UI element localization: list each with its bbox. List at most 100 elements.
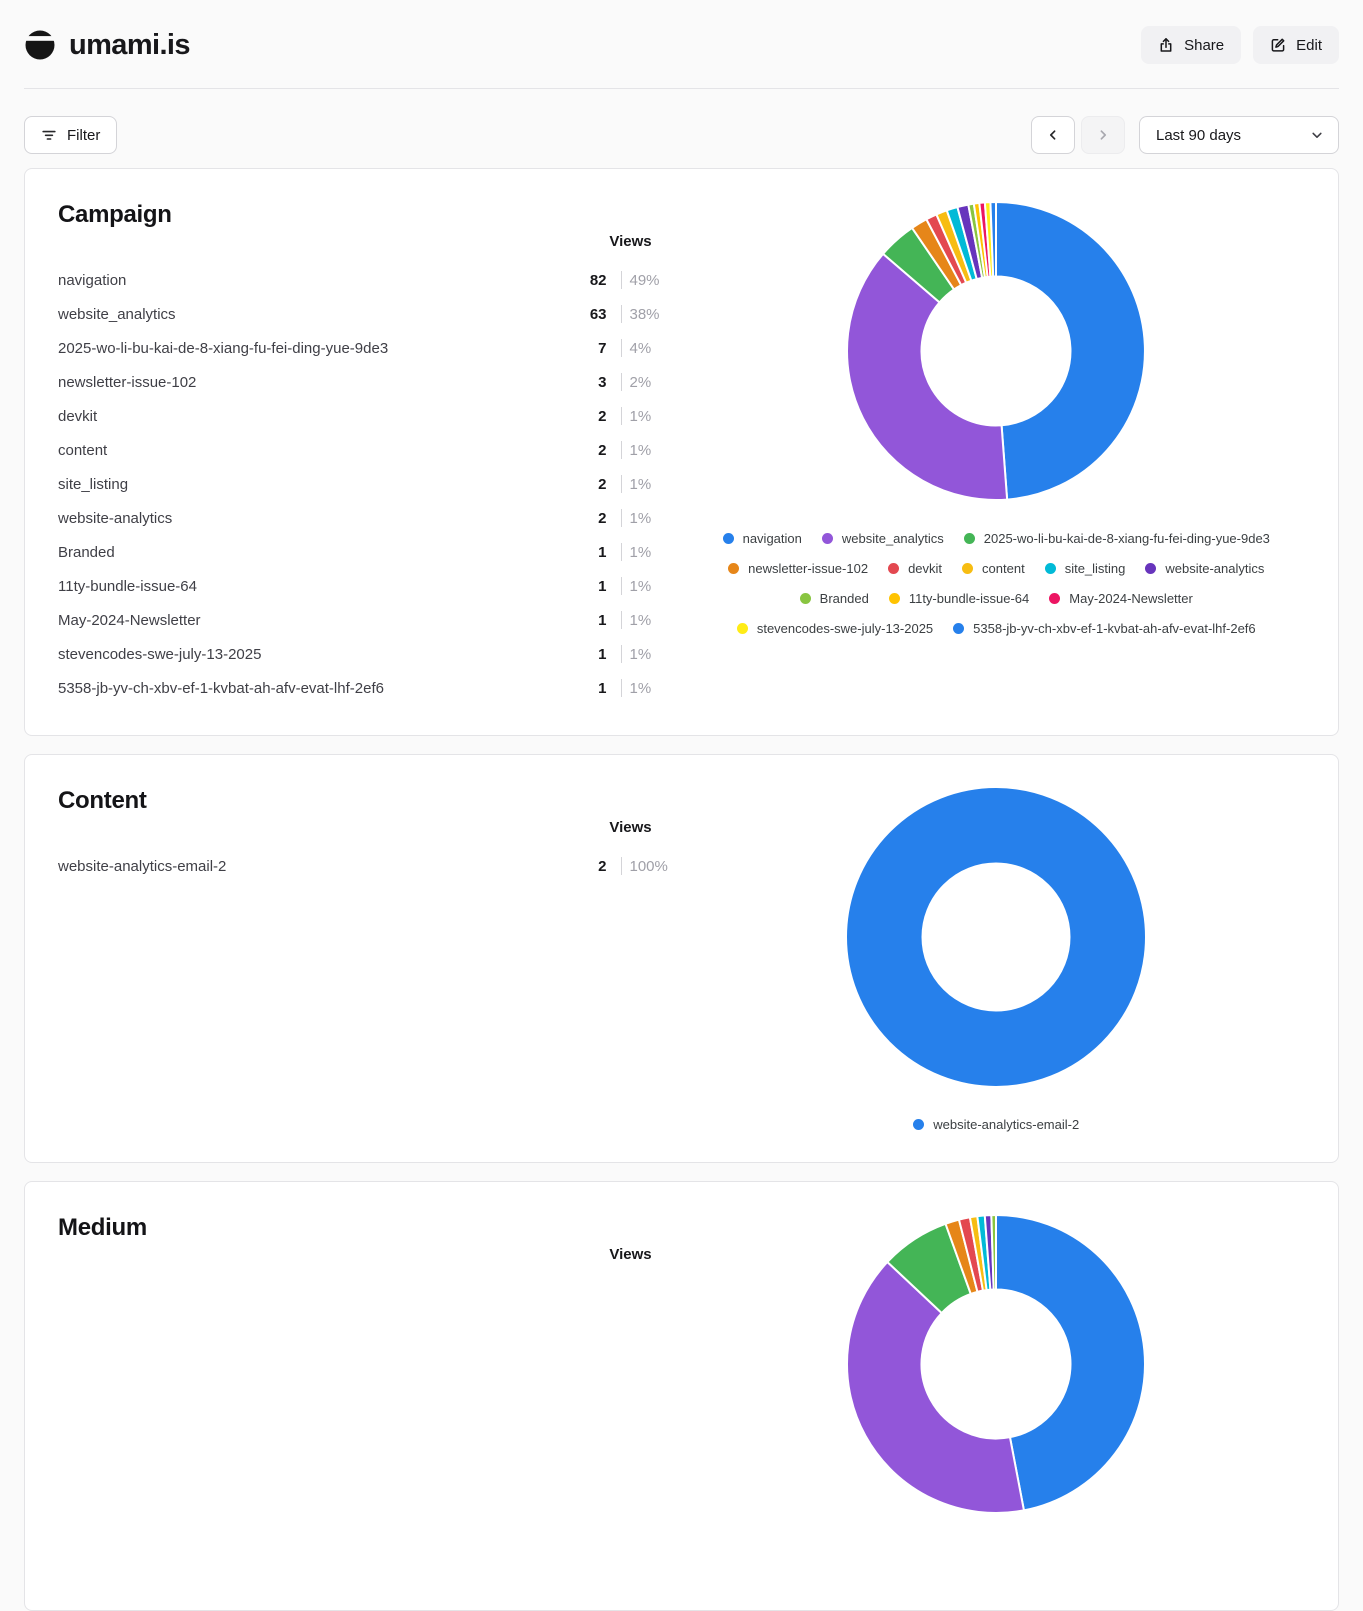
donut-chart [846, 201, 1146, 501]
table-row: website-analytics21% [58, 501, 676, 535]
report-table: Content Views website-analytics-email-22… [58, 787, 676, 1132]
app-header: umami.is Share Edit [0, 0, 1363, 64]
row-percent: 1% [630, 680, 676, 697]
legend-item[interactable]: newsletter-issue-102 [728, 561, 868, 576]
legend-item[interactable]: site_listing [1045, 561, 1126, 576]
row-percent: 1% [630, 510, 676, 527]
row-label: stevencodes-swe-july-13-2025 [58, 646, 551, 663]
table-row: stevencodes-swe-july-13-202511% [58, 637, 676, 671]
legend-label: 5358-jb-yv-ch-xbv-ef-1-kvbat-ah-afv-evat… [973, 621, 1256, 636]
row-divider [621, 339, 622, 357]
legend-item[interactable]: navigation [723, 531, 802, 546]
legend-item[interactable]: website-analytics [1145, 561, 1264, 576]
donut-slice [996, 202, 1145, 500]
row-label: devkit [58, 408, 551, 425]
donut-slice [996, 1215, 1145, 1510]
section-title: Campaign [58, 201, 676, 229]
row-label: newsletter-issue-102 [58, 374, 551, 391]
row-percent: 38% [630, 306, 676, 323]
date-range-select[interactable]: Last 90 days [1139, 116, 1339, 154]
legend-color-dot [822, 533, 833, 544]
legend-item[interactable]: 11ty-bundle-issue-64 [889, 591, 1029, 606]
legend-color-dot [800, 593, 811, 604]
report-chart-area [688, 1214, 1306, 1580]
table-row: 11ty-bundle-issue-6411% [58, 569, 676, 603]
legend-label: website-analytics [1165, 561, 1264, 576]
legend-color-dot [964, 533, 975, 544]
legend-label: newsletter-issue-102 [748, 561, 868, 576]
legend-label: content [982, 561, 1025, 576]
toolbar: Filter Last 90 days [24, 116, 1339, 154]
legend-item[interactable]: devkit [888, 561, 942, 576]
table-row: devkit21% [58, 399, 676, 433]
legend-color-dot [888, 563, 899, 574]
legend-item[interactable]: website_analytics [822, 531, 944, 546]
chart-legend: navigation website_analytics 2025-wo-li-bu… [688, 531, 1306, 636]
legend-color-dot [1045, 563, 1056, 574]
row-percent: 1% [630, 544, 676, 561]
row-divider [621, 441, 622, 459]
edit-icon [1270, 37, 1286, 53]
legend-item[interactable]: Branded [800, 591, 869, 606]
row-percent: 1% [630, 476, 676, 493]
legend-label: navigation [743, 531, 802, 546]
row-label: Branded [58, 544, 551, 561]
donut-chart [846, 1214, 1146, 1514]
chevron-right-icon [1096, 128, 1110, 142]
row-label: navigation [58, 272, 551, 289]
date-controls: Last 90 days [1031, 116, 1339, 154]
row-percent: 49% [630, 272, 676, 289]
filter-button[interactable]: Filter [24, 116, 117, 154]
table-row: navigation82 49% [58, 263, 676, 297]
row-divider [621, 509, 622, 527]
table-rows: website-analytics-email-22100% [58, 849, 676, 883]
umami-logo-icon [24, 29, 56, 61]
row-views-value: 2 [551, 442, 607, 459]
chart-legend: website-analytics-email-2 [903, 1117, 1089, 1132]
row-views-value: 82 [551, 272, 607, 289]
filter-button-label: Filter [67, 127, 100, 144]
legend-color-dot [728, 563, 739, 574]
row-divider [621, 305, 622, 323]
row-label: 11ty-bundle-issue-64 [58, 578, 551, 595]
legend-color-dot [1145, 563, 1156, 574]
row-views-value: 1 [551, 612, 607, 629]
row-divider [621, 679, 622, 697]
chevron-down-icon [1310, 128, 1324, 142]
table-row: 5358-jb-yv-ch-xbv-ef-1-kvbat-ah-afv-evat… [58, 671, 676, 705]
legend-color-dot [913, 1119, 924, 1130]
legend-item[interactable]: stevencodes-swe-july-13-2025 [737, 621, 933, 636]
legend-item[interactable]: 2025-wo-li-bu-kai-de-8-xiang-fu-fei-ding… [964, 531, 1270, 546]
legend-item[interactable]: May-2024-Newsletter [1049, 591, 1193, 606]
table-rows: navigation8249%website_analytics6338%202… [58, 263, 676, 705]
chevron-left-icon [1046, 128, 1060, 142]
page-title: umami.is [69, 29, 190, 62]
legend-label: website-analytics-email-2 [933, 1117, 1079, 1132]
row-views-value: 3 [551, 374, 607, 391]
card-content: Content Views website-analytics-email-22… [24, 754, 1339, 1163]
share-button[interactable]: Share [1141, 26, 1241, 64]
legend-color-dot [723, 533, 734, 544]
edit-button-label: Edit [1296, 37, 1322, 54]
edit-button[interactable]: Edit [1253, 26, 1339, 64]
legend-item[interactable]: content [962, 561, 1025, 576]
report-chart-area: navigation website_analytics 2025-wo-li-bu… [688, 201, 1306, 705]
legend-item[interactable]: website-analytics-email-2 [913, 1117, 1079, 1132]
row-divider [621, 611, 622, 629]
row-label: 2025-wo-li-bu-kai-de-8-xiang-fu-fei-ding… [58, 340, 551, 357]
legend-color-dot [737, 623, 748, 634]
table-row: Branded11% [58, 535, 676, 569]
row-label: content [58, 442, 551, 459]
row-divider [621, 543, 622, 561]
share-button-label: Share [1184, 37, 1224, 54]
row-percent: 1% [630, 646, 676, 663]
row-views-value: 2 [551, 510, 607, 527]
row-label: 5358-jb-yv-ch-xbv-ef-1-kvbat-ah-afv-evat… [58, 680, 551, 697]
legend-item[interactable]: 5358-jb-yv-ch-xbv-ef-1-kvbat-ah-afv-evat… [953, 621, 1256, 636]
legend-label: 11ty-bundle-issue-64 [909, 591, 1029, 606]
row-percent: 2% [630, 374, 676, 391]
report-chart-area: website-analytics-email-2 [688, 787, 1306, 1132]
previous-period-button[interactable] [1031, 116, 1075, 154]
row-divider [621, 857, 622, 875]
next-period-button[interactable] [1081, 116, 1125, 154]
